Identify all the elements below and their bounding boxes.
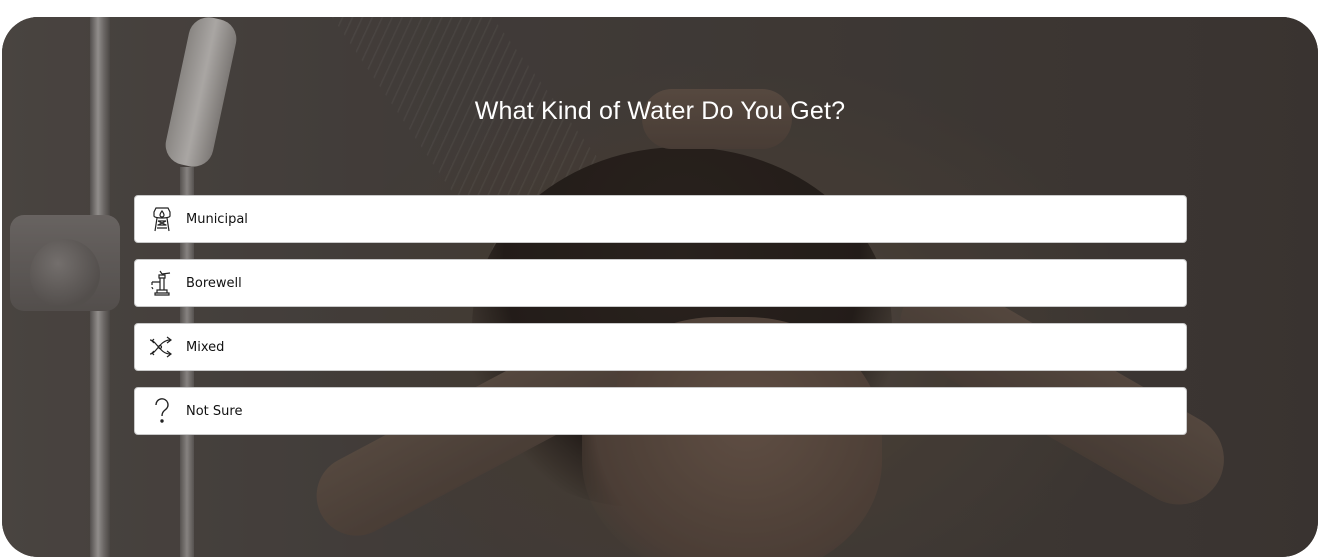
mixed-arrows-icon: [148, 333, 176, 361]
quiz-card: What Kind of Water Do You Get? Municipal: [2, 17, 1318, 557]
hand-pump-icon: [148, 269, 176, 297]
option-borewell[interactable]: Borewell: [134, 259, 1187, 307]
water-tower-icon: [148, 205, 176, 233]
option-list: Municipal Borewell Mixed Not Sure: [134, 195, 1187, 451]
option-label: Mixed: [186, 339, 225, 355]
question-title: What Kind of Water Do You Get?: [474, 97, 846, 125]
option-label: Not Sure: [186, 403, 243, 419]
option-mixed[interactable]: Mixed: [134, 323, 1187, 371]
option-label: Municipal: [186, 211, 248, 227]
question-mark-icon: [148, 397, 176, 425]
option-not-sure[interactable]: Not Sure: [134, 387, 1187, 435]
option-label: Borewell: [186, 275, 242, 291]
option-municipal[interactable]: Municipal: [134, 195, 1187, 243]
